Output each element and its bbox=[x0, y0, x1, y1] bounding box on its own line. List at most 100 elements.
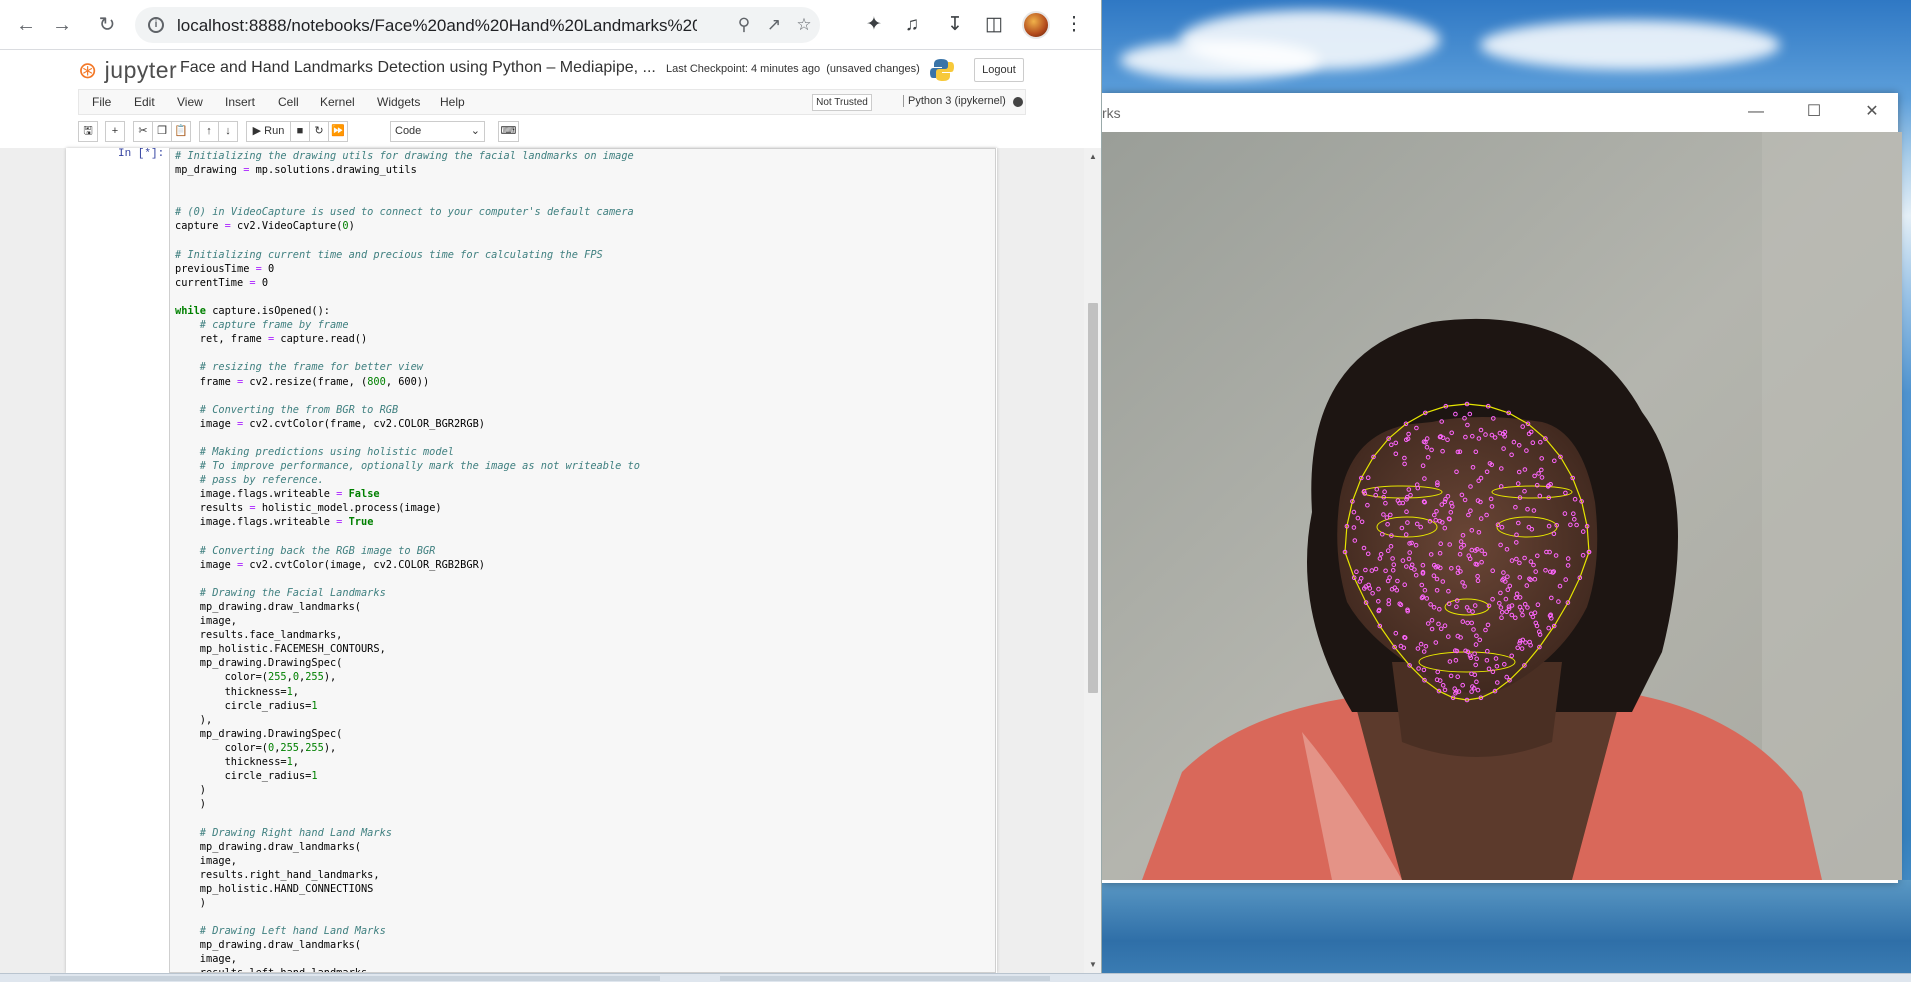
cell-type-select[interactable]: Code ⌄ bbox=[390, 121, 485, 142]
menu-insert[interactable]: Insert bbox=[225, 95, 255, 109]
code-line: # Converting the from BGR to RGB bbox=[175, 403, 399, 416]
menu-view[interactable]: View bbox=[177, 95, 203, 109]
trust-indicator[interactable]: Not Trusted bbox=[812, 94, 872, 111]
download-icon[interactable]: ↧ bbox=[943, 13, 967, 37]
reload-icon[interactable]: ↻ bbox=[95, 13, 119, 37]
cell-prompt: In [*]: bbox=[118, 148, 165, 160]
zoom-icon[interactable]: ⚲ bbox=[733, 14, 755, 36]
scroll-up-icon[interactable]: ▲ bbox=[1088, 152, 1098, 161]
code-cell[interactable]: # Initializing the drawing utils for dra… bbox=[169, 148, 996, 973]
code-line: previousTime = 0 bbox=[175, 262, 275, 275]
code-line: circle_radius=1 bbox=[175, 699, 318, 712]
menu-icon[interactable]: ⋮ bbox=[1062, 13, 1086, 37]
scroll-down-icon[interactable]: ▼ bbox=[1088, 960, 1098, 969]
cloud bbox=[1480, 20, 1780, 70]
code-line: # pass by reference. bbox=[175, 474, 324, 487]
extensions-icon[interactable]: ✦ bbox=[862, 13, 886, 37]
taskbar-item[interactable] bbox=[720, 976, 1050, 981]
address-bar[interactable]: i localhost:8888/notebooks/Face%20and%20… bbox=[135, 7, 820, 43]
webcam-feed bbox=[1102, 132, 1902, 880]
code-line: # Initializing the drawing utils for dra… bbox=[175, 150, 634, 162]
notebook-toolbar: 🖫 + ✂ ❐ 📋 ↑ ↓ ▶ Run ■ ↻ ⏩ Code ⌄ ⌨ bbox=[78, 118, 1026, 146]
unsaved-text: (unsaved changes) bbox=[826, 63, 920, 75]
scrollbar-thumb[interactable] bbox=[1088, 303, 1098, 693]
checkpoint-status: Last Checkpoint: 4 minutes ago (unsaved … bbox=[666, 63, 920, 75]
move-down-icon[interactable]: ↓ bbox=[218, 121, 238, 142]
code-line: frame = cv2.resize(frame, (800, 600)) bbox=[175, 375, 430, 388]
copy-icon[interactable]: ❐ bbox=[152, 121, 172, 142]
video-window-title: rks bbox=[1102, 105, 1121, 121]
notebook-scrollbar[interactable]: ▲ ▼ bbox=[1084, 148, 1101, 973]
menu-help[interactable]: Help bbox=[440, 95, 465, 109]
code-line: # Converting back the RGB image to BGR bbox=[175, 544, 436, 557]
code-line: image, bbox=[175, 953, 237, 966]
code-line: results.face_landmarks, bbox=[175, 629, 343, 642]
wallpaper-lake bbox=[1100, 880, 1911, 982]
menu-kernel[interactable]: Kernel bbox=[320, 95, 355, 109]
browser-toolbar: ← → ↻ i localhost:8888/notebooks/Face%20… bbox=[0, 0, 1101, 50]
move-up-icon[interactable]: ↑ bbox=[199, 121, 219, 142]
command-palette-icon[interactable]: ⌨ bbox=[498, 121, 519, 142]
menu-cell[interactable]: Cell bbox=[278, 95, 299, 109]
interrupt-icon[interactable]: ■ bbox=[290, 121, 310, 142]
code-line: # (0) in VideoCapture is used to connect… bbox=[175, 206, 634, 219]
code-line: results.left_hand_landmarks, bbox=[175, 966, 995, 972]
save-icon[interactable]: 🖫 bbox=[78, 121, 98, 142]
forward-icon[interactable]: → bbox=[50, 13, 74, 37]
code-line: mp_drawing.draw_landmarks( bbox=[175, 840, 361, 853]
restart-run-all-icon[interactable]: ⏩ bbox=[328, 121, 348, 142]
notebook-title[interactable]: Face and Hand Landmarks Detection using … bbox=[180, 59, 655, 77]
code-line: # Drawing the Facial Landmarks bbox=[175, 586, 386, 599]
menu-edit[interactable]: Edit bbox=[134, 95, 155, 109]
kernel-busy-icon bbox=[1013, 97, 1023, 107]
star-icon[interactable]: ☆ bbox=[793, 14, 815, 36]
code-line: image = cv2.cvtColor(image, cv2.COLOR_RG… bbox=[175, 558, 485, 571]
share-icon[interactable]: ↗ bbox=[763, 14, 785, 36]
profile-avatar[interactable] bbox=[1022, 11, 1050, 39]
menu-file[interactable]: File bbox=[92, 95, 111, 109]
video-window-titlebar[interactable]: rks — ☐ ✕ bbox=[1102, 93, 1898, 132]
code-line: image.flags.writeable = True bbox=[175, 516, 374, 529]
code-line: thickness=1, bbox=[175, 756, 299, 769]
code-line: # Initializing current time and precious… bbox=[175, 248, 603, 261]
code-line: circle_radius=1 bbox=[175, 770, 318, 783]
info-icon[interactable]: i bbox=[148, 17, 164, 33]
code-line: # resizing the frame for better view bbox=[175, 361, 423, 374]
paste-icon[interactable]: 📋 bbox=[171, 121, 191, 142]
taskbar-item[interactable] bbox=[50, 976, 660, 981]
menu-widgets[interactable]: Widgets bbox=[377, 95, 420, 109]
code-line: image, bbox=[175, 615, 237, 628]
logout-button[interactable]: Logout bbox=[974, 58, 1024, 82]
run-button[interactable]: ▶ Run bbox=[246, 121, 291, 142]
browser-window[interactable]: ← → ↻ i localhost:8888/notebooks/Face%20… bbox=[0, 0, 1102, 973]
code-editor[interactable]: # Initializing the drawing utils for dra… bbox=[170, 149, 995, 972]
python-logo-icon bbox=[930, 59, 954, 81]
close-icon[interactable]: ✕ bbox=[1858, 99, 1886, 125]
code-line: mp_drawing.DrawingSpec( bbox=[175, 657, 343, 670]
code-line: results.right_hand_landmarks, bbox=[175, 868, 380, 881]
video-window[interactable]: rks — ☐ ✕ bbox=[1102, 93, 1902, 883]
notebook-area: In [*]: # Initializing the drawing utils… bbox=[0, 148, 1101, 973]
media-icon[interactable]: ♫ bbox=[900, 13, 924, 37]
maximize-icon[interactable]: ☐ bbox=[1800, 99, 1828, 125]
back-icon[interactable]: ← bbox=[14, 13, 38, 37]
code-line: mp_holistic.FACEMESH_CONTOURS, bbox=[175, 643, 386, 656]
minimize-icon[interactable]: — bbox=[1742, 99, 1770, 125]
code-line: mp_drawing.draw_landmarks( bbox=[175, 601, 361, 613]
jupyter-logo[interactable]: ⊛ jupyter bbox=[78, 57, 177, 84]
checkpoint-text: Last Checkpoint: 4 minutes ago bbox=[666, 63, 821, 75]
cut-icon[interactable]: ✂ bbox=[133, 121, 153, 142]
insert-cell-icon[interactable]: + bbox=[105, 121, 125, 142]
url-text[interactable]: localhost:8888/notebooks/Face%20and%20Ha… bbox=[177, 16, 697, 36]
code-line: ) bbox=[175, 896, 206, 909]
sidepanel-icon[interactable]: ◫ bbox=[982, 13, 1006, 37]
webcam-image bbox=[1102, 132, 1902, 880]
code-line: # Drawing Right hand Land Marks bbox=[175, 826, 392, 839]
restart-icon[interactable]: ↻ bbox=[309, 121, 329, 142]
code-line: color=(0,255,255), bbox=[175, 741, 337, 754]
kernel-name[interactable]: Python 3 (ipykernel) bbox=[903, 95, 1006, 107]
